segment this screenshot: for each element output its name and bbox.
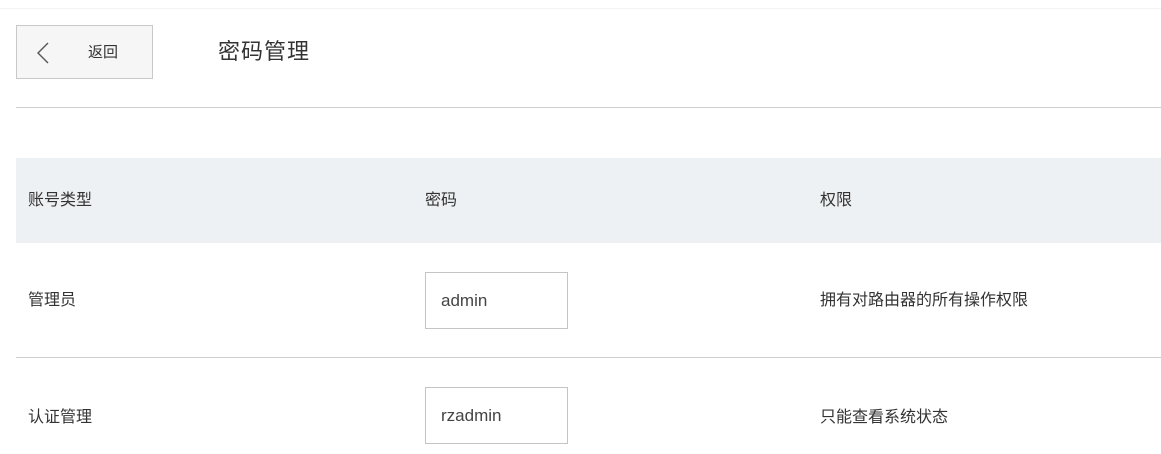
table-header: 账号类型 密码 权限 <box>16 158 1161 243</box>
top-border <box>0 8 1161 9</box>
account-type-cell: 管理员 <box>28 292 77 309</box>
chevron-left-icon <box>37 42 49 64</box>
page-header: 返回 密码管理 <box>16 25 1161 81</box>
column-header-account-type: 账号类型 <box>28 192 93 209</box>
account-table: 账号类型 密码 权限 管理员 拥有对路由器的所有操作权限 认证管理 只能查看系统… <box>16 158 1161 454</box>
permission-cell: 只能查看系统状态 <box>820 409 949 426</box>
column-header-password: 密码 <box>425 192 458 209</box>
permission-cell: 拥有对路由器的所有操作权限 <box>820 292 1029 309</box>
back-button[interactable]: 返回 <box>16 25 153 79</box>
password-management-page: 返回 密码管理 账号类型 密码 权限 管理员 拥有对路由器的所有操作权限 认证管… <box>0 0 1161 454</box>
password-input[interactable] <box>425 272 568 329</box>
password-input[interactable] <box>425 387 568 444</box>
page-title: 密码管理 <box>218 39 311 64</box>
account-type-cell: 认证管理 <box>28 409 93 426</box>
back-button-label: 返回 <box>88 44 119 61</box>
header-divider <box>16 107 1161 108</box>
table-row: 管理员 拥有对路由器的所有操作权限 <box>16 243 1161 358</box>
table-row: 认证管理 只能查看系统状态 <box>16 358 1161 454</box>
column-header-permission: 权限 <box>820 192 853 209</box>
